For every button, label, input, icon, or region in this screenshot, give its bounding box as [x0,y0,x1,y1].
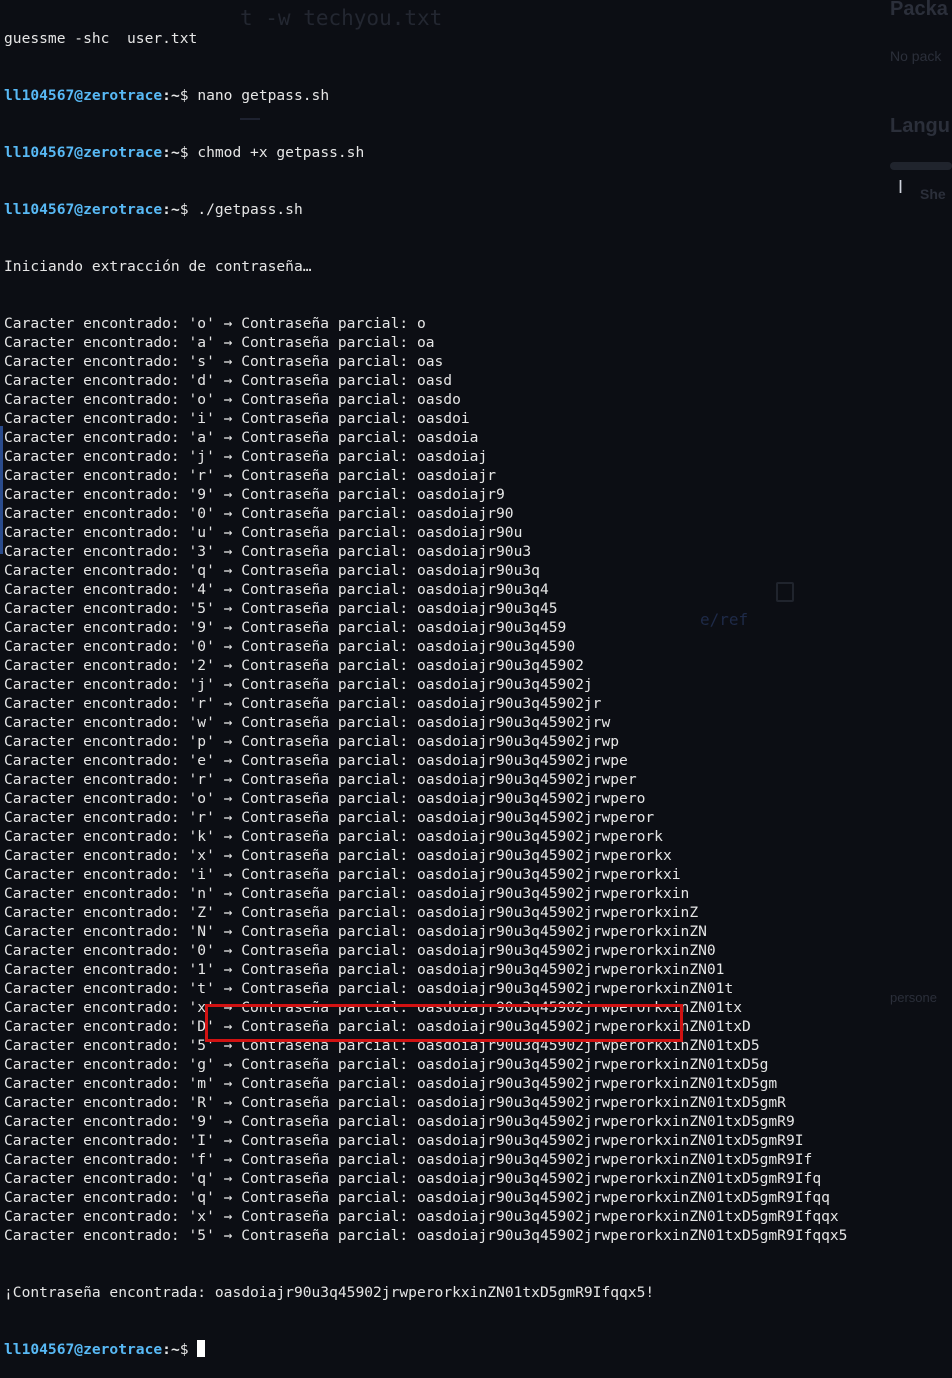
background-no-packages: No pack [890,48,942,64]
progress-line: Caracter encontrado: 'o' → Contraseña pa… [4,315,426,332]
terminal-prompt-line: ll104567@zerotrace:~$ ./getpass.sh [4,200,847,219]
progress-line: Caracter encontrado: 'N' → Contraseña pa… [4,923,707,940]
progress-line: Caracter encontrado: 'q' → Contraseña pa… [4,562,540,579]
progress-line: Caracter encontrado: '0' → Contraseña pa… [4,505,514,522]
prompt-path: :~ [162,1341,180,1358]
background-language-bar [890,162,952,170]
terminal-prompt-line: ll104567@zerotrace:~$ nano getpass.sh [4,86,847,105]
progress-line: Caracter encontrado: 'o' → Contraseña pa… [4,391,461,408]
progress-line: Caracter encontrado: 'g' → Contraseña pa… [4,1056,769,1073]
found-password-line: ¡Contraseña encontrada: oasdoiajr90u3q45… [4,1283,847,1302]
progress-line: Caracter encontrado: 'j' → Contraseña pa… [4,676,593,693]
command-text: nano getpass.sh [197,87,330,104]
prompt-path: :~ [162,144,180,161]
progress-line: Caracter encontrado: 's' → Contraseña pa… [4,353,444,370]
command-text: chmod +x getpass.sh [197,144,365,161]
background-shell-item: She [920,186,946,202]
progress-line: Caracter encontrado: 'e' → Contraseña pa… [4,752,628,769]
progress-line: Caracter encontrado: 'a' → Contraseña pa… [4,334,435,351]
background-language-heading: Langu [890,115,950,137]
progress-line: Caracter encontrado: 'r' → Contraseña pa… [4,695,602,712]
progress-line: Caracter encontrado: 'x' → Contraseña pa… [4,847,672,864]
progress-line: Caracter encontrado: 'i' → Contraseña pa… [4,410,470,427]
prompt-user: ll104567@zerotrace [4,144,163,161]
progress-line: Caracter encontrado: 'I' → Contraseña pa… [4,1132,804,1149]
start-message: Iniciando extracción de contraseña… [4,258,312,275]
prompt-symbol: $ [179,1341,198,1358]
terminal-prompt-line-active[interactable]: ll104567@zerotrace:~$ [4,1340,847,1359]
prompt-user: ll104567@zerotrace [4,1341,163,1358]
found-password: oasdoiajr90u3q45902jrwperorkxinZN01txD5g… [214,1284,655,1301]
terminal-prompt-line: ll104567@zerotrace:~$ chmod +x getpass.s… [4,143,847,162]
text-cursor-icon: I [898,177,904,197]
progress-output: Caracter encontrado: 'o' → Contraseña pa… [4,314,847,1245]
progress-line: Caracter encontrado: '5' → Contraseña pa… [4,1227,848,1244]
prompt-symbol: $ [179,201,198,218]
progress-line: Caracter encontrado: '9' → Contraseña pa… [4,1113,795,1130]
progress-line: Caracter encontrado: 't' → Contraseña pa… [4,980,734,997]
prompt-path: :~ [162,87,180,104]
progress-line: Caracter encontrado: 'n' → Contraseña pa… [4,885,690,902]
prompt-path: :~ [162,201,180,218]
terminal-partial-line: guessme -shc user.txt [4,30,198,47]
prompt-symbol: $ [179,144,198,161]
progress-line: Caracter encontrado: '0' → Contraseña pa… [4,942,716,959]
progress-line: Caracter encontrado: 'i' → Contraseña pa… [4,866,681,883]
progress-line: Caracter encontrado: 'a' → Contraseña pa… [4,429,479,446]
password-highlight-box [205,1004,683,1042]
progress-line: Caracter encontrado: 'q' → Contraseña pa… [4,1189,830,1206]
background-packages-heading: Packa [890,0,948,20]
prompt-user: ll104567@zerotrace [4,87,163,104]
progress-line: Caracter encontrado: 'w' → Contraseña pa… [4,714,611,731]
progress-line: Caracter encontrado: '1' → Contraseña pa… [4,961,725,978]
command-text: ./getpass.sh [197,201,303,218]
progress-line: Caracter encontrado: '0' → Contraseña pa… [4,638,576,655]
progress-line: Caracter encontrado: 'j' → Contraseña pa… [4,448,488,465]
progress-line: Caracter encontrado: 'k' → Contraseña pa… [4,828,663,845]
progress-line: Caracter encontrado: 'q' → Contraseña pa… [4,1170,822,1187]
progress-line: Caracter encontrado: 'r' → Contraseña pa… [4,771,637,788]
progress-line: Caracter encontrado: '2' → Contraseña pa… [4,657,584,674]
progress-line: Caracter encontrado: 'f' → Contraseña pa… [4,1151,813,1168]
progress-line: Caracter encontrado: '5' → Contraseña pa… [4,600,558,617]
progress-line: Caracter encontrado: 'Z' → Contraseña pa… [4,904,699,921]
progress-line: Caracter encontrado: '3' → Contraseña pa… [4,543,532,560]
terminal-cursor[interactable] [197,1340,206,1357]
progress-line: Caracter encontrado: 'u' → Contraseña pa… [4,524,523,541]
prompt-user: ll104567@zerotrace [4,201,163,218]
progress-line: Caracter encontrado: 'r' → Contraseña pa… [4,467,497,484]
prompt-symbol: $ [179,87,198,104]
progress-line: Caracter encontrado: 'm' → Contraseña pa… [4,1075,778,1092]
progress-line: Caracter encontrado: 'd' → Contraseña pa… [4,372,453,389]
found-label: ¡Contraseña encontrada: [4,1284,215,1301]
progress-line: Caracter encontrado: 'x' → Contraseña pa… [4,1208,839,1225]
progress-line: Caracter encontrado: 'r' → Contraseña pa… [4,809,655,826]
progress-line: Caracter encontrado: '4' → Contraseña pa… [4,581,549,598]
progress-line: Caracter encontrado: '9' → Contraseña pa… [4,619,567,636]
background-faint-persona: persone [890,990,937,1005]
selection-edge-marker [0,426,3,554]
terminal-output[interactable]: guessme -shc user.txt ll104567@zerotrace… [4,0,847,1378]
progress-line: Caracter encontrado: 'o' → Contraseña pa… [4,790,646,807]
progress-line: Caracter encontrado: 'R' → Contraseña pa… [4,1094,786,1111]
progress-line: Caracter encontrado: '9' → Contraseña pa… [4,486,505,503]
progress-line: Caracter encontrado: 'p' → Contraseña pa… [4,733,620,750]
